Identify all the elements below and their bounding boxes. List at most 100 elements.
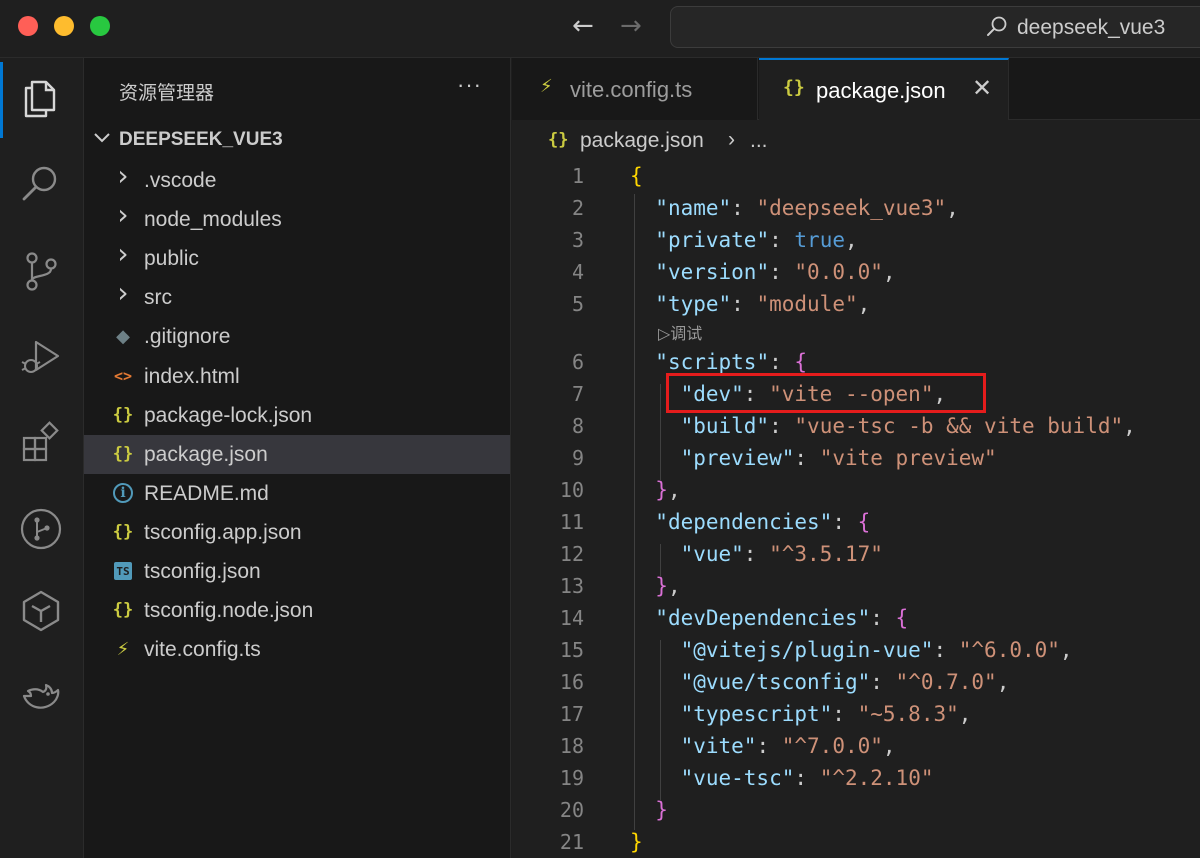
line-number: 4 bbox=[571, 260, 584, 284]
line-text: "vue-tsc": "^2.2.10" bbox=[680, 766, 934, 790]
line-text: "typescript": "~5.8.3", bbox=[680, 702, 972, 726]
explorer-title: 资源管理器 bbox=[119, 82, 215, 104]
line-text: "dependencies": { bbox=[655, 510, 871, 534]
info-file-icon: i bbox=[113, 482, 133, 503]
line-text: "private": true, bbox=[655, 228, 858, 252]
tab-vite-config[interactable]: ⚡ vite.config.ts bbox=[512, 58, 758, 120]
line-text: "@vue/tsconfig": "^0.7.0", bbox=[680, 670, 1010, 694]
tree-item-label: .gitignore bbox=[144, 325, 231, 349]
tree-item-label: tsconfig.app.json bbox=[144, 520, 302, 544]
tree-item[interactable]: › public bbox=[84, 237, 510, 278]
tree-item[interactable]: {} tsconfig.app.json bbox=[84, 513, 510, 552]
code-line: 17 "typescript": "~5.8.3", bbox=[512, 700, 1200, 732]
code-line: 16 "@vue/tsconfig": "^0.7.0", bbox=[512, 668, 1200, 700]
line-number: 13 bbox=[559, 574, 584, 598]
close-icon[interactable]: ✕ bbox=[972, 74, 992, 102]
tree-item-label: package-lock.json bbox=[144, 403, 313, 427]
code-line: 8 "build": "vue-tsc -b && vite build", bbox=[512, 412, 1200, 444]
line-number: 11 bbox=[559, 510, 584, 534]
line-number: 2 bbox=[571, 196, 584, 220]
tree-item[interactable]: {} tsconfig.node.json bbox=[84, 591, 510, 630]
explorer-sidebar: 资源管理器 ··· DEEPSEEK_VUE3 › .vscode › node_mo… bbox=[84, 58, 511, 858]
deepseek-icon[interactable] bbox=[18, 674, 64, 720]
tree-item[interactable]: {} package-lock.json bbox=[84, 396, 510, 435]
search-icon[interactable] bbox=[18, 160, 64, 206]
command-center-search[interactable]: deepseek_vue3 bbox=[670, 6, 1200, 48]
chevron-right-icon: › bbox=[117, 275, 129, 309]
tree-item-label: README.md bbox=[144, 481, 269, 505]
line-text: "devDependencies": { bbox=[655, 606, 909, 630]
line-text: "type": "module", bbox=[655, 292, 871, 316]
tree-item-label: tsconfig.node.json bbox=[144, 599, 314, 623]
tree-item[interactable]: › .vscode bbox=[84, 159, 510, 200]
debug-codelens[interactable]: ▷调试 bbox=[658, 320, 702, 344]
git-graph-icon[interactable] bbox=[18, 506, 64, 552]
tree-item[interactable]: › node_modules bbox=[84, 198, 510, 239]
line-text: "scripts": { bbox=[655, 350, 808, 374]
line-text: "name": "deepseek_vue3", bbox=[655, 196, 959, 220]
line-number: 3 bbox=[571, 228, 584, 252]
tree-item-label: src bbox=[144, 286, 172, 310]
json-file-icon: {} bbox=[548, 130, 569, 150]
tree-item[interactable]: › src bbox=[84, 275, 510, 317]
code-editor[interactable]: ▷调试 1{2 "name": "deepseek_vue3", 3 "priva… bbox=[512, 162, 1200, 858]
json-file-icon: {} bbox=[783, 77, 805, 98]
tree-item-label: package.json bbox=[144, 442, 268, 466]
maximize-window-button[interactable] bbox=[90, 16, 110, 36]
tree-item-label: node_modules bbox=[144, 208, 282, 232]
minimize-window-button[interactable] bbox=[54, 16, 74, 36]
line-text: } bbox=[630, 830, 643, 854]
line-number: 6 bbox=[571, 350, 584, 374]
source-control-icon[interactable] bbox=[18, 248, 64, 294]
more-actions-icon[interactable]: ··· bbox=[457, 72, 482, 98]
tree-item[interactable]: <> index.html bbox=[84, 357, 510, 396]
tree-item[interactable]: ⚡ vite.config.ts bbox=[84, 630, 510, 669]
run-debug-icon[interactable] bbox=[18, 334, 64, 380]
line-number: 16 bbox=[559, 670, 584, 694]
line-number: 1 bbox=[571, 164, 584, 188]
line-text: "@vitejs/plugin-vue": "^6.0.0", bbox=[680, 638, 1073, 662]
line-text: "version": "0.0.0", bbox=[655, 260, 896, 284]
ts-file-icon: TS bbox=[114, 562, 132, 580]
tab-package-json[interactable]: {} package.json ✕ bbox=[759, 58, 1009, 120]
forward-arrow-icon[interactable]: → bbox=[620, 12, 642, 40]
tongyi-lingma-icon[interactable] bbox=[18, 588, 64, 634]
code-line: 13 }, bbox=[512, 572, 1200, 604]
vite-file-icon: ⚡ bbox=[540, 76, 553, 97]
line-number: 14 bbox=[559, 606, 584, 630]
project-folder[interactable]: DEEPSEEK_VUE3 bbox=[84, 122, 510, 158]
line-number: 7 bbox=[571, 382, 584, 406]
tree-item-label: public bbox=[144, 247, 199, 271]
breadcrumb-file[interactable]: package.json bbox=[580, 129, 704, 153]
tree-item[interactable]: ◆ .gitignore bbox=[84, 317, 510, 356]
line-number: 12 bbox=[559, 542, 584, 566]
json-file-icon: {} bbox=[112, 521, 134, 542]
files-icon[interactable] bbox=[18, 76, 64, 122]
tab-label: package.json bbox=[816, 78, 946, 103]
workspace-name: deepseek_vue3 bbox=[1017, 16, 1166, 39]
code-line: 3 "private": true, bbox=[512, 226, 1200, 258]
line-number: 19 bbox=[559, 766, 584, 790]
line-number: 18 bbox=[559, 734, 584, 758]
close-window-button[interactable] bbox=[18, 16, 38, 36]
json-file-icon: {} bbox=[112, 404, 134, 425]
extensions-icon[interactable] bbox=[18, 420, 64, 466]
tree-item-label: vite.config.ts bbox=[144, 638, 261, 662]
line-number: 15 bbox=[559, 638, 584, 662]
breadcrumb-symbol[interactable]: ... bbox=[750, 129, 768, 153]
tree-item[interactable]: i README.md bbox=[84, 474, 510, 513]
line-text: { bbox=[630, 164, 643, 188]
code-line: 12 "vue": "^3.5.17" bbox=[512, 540, 1200, 572]
json-file-icon: {} bbox=[112, 600, 134, 621]
back-arrow-icon[interactable]: ← bbox=[572, 12, 594, 40]
line-text: "build": "vue-tsc -b && vite build", bbox=[680, 414, 1136, 438]
code-line: 10 }, bbox=[512, 476, 1200, 508]
tree-item[interactable]: TS tsconfig.json bbox=[84, 552, 510, 591]
line-number: 9 bbox=[571, 446, 584, 470]
code-line: 4 "version": "0.0.0", bbox=[512, 258, 1200, 290]
line-number: 20 bbox=[559, 798, 584, 822]
tree-item[interactable]: {} package.json bbox=[84, 434, 510, 474]
tree-item-label: index.html bbox=[144, 364, 240, 388]
code-line: 1{ bbox=[512, 162, 1200, 194]
line-text: } bbox=[655, 798, 668, 822]
